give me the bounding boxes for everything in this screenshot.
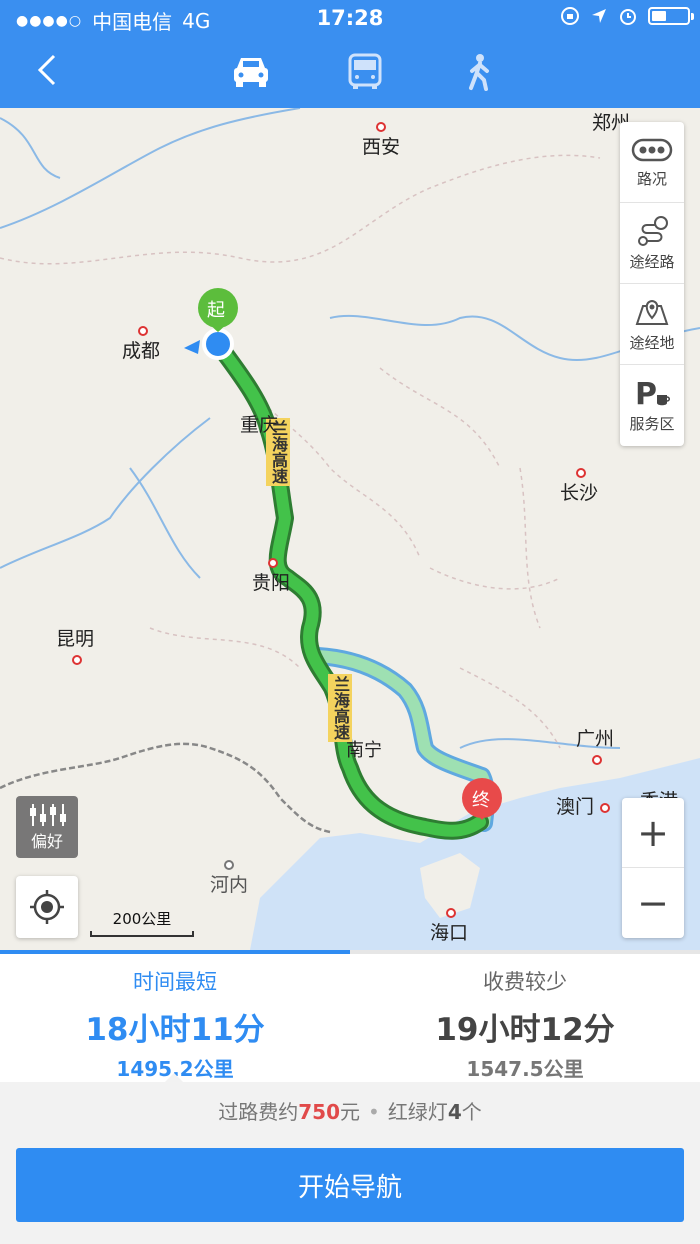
via-road-button[interactable]: 途经路 — [620, 203, 684, 284]
city-label: 贵阳 — [252, 558, 290, 595]
city-label: 西安 — [362, 122, 400, 159]
chevron-left-icon[interactable] — [28, 50, 68, 90]
location-arrow-icon — [592, 9, 606, 23]
svg-text:P: P — [635, 377, 657, 409]
route-info: 过路费约750元 • 红绿灯4个 — [0, 1096, 700, 1125]
city-label: 长沙 — [560, 468, 598, 505]
crosshair-icon — [30, 890, 64, 924]
city-label: 澳门 — [556, 792, 611, 819]
start-navigation-button[interactable]: 开始导航 — [16, 1148, 684, 1222]
alarm-icon — [620, 9, 636, 25]
city-label: 昆明 — [56, 624, 94, 665]
via-place-label: 途经地 — [629, 333, 675, 352]
bus-icon[interactable] — [338, 50, 392, 94]
map-scale: 200公里 — [90, 908, 194, 937]
zoom-control: + − — [622, 798, 684, 938]
map-tools-panel: 路况 途经路 途经地 P 服务区 — [620, 122, 684, 446]
city-label: 南宁 — [346, 740, 382, 761]
start-marker: 起 — [207, 300, 225, 321]
sliders-icon — [30, 804, 66, 826]
city-label: 成都 — [122, 326, 160, 363]
route-duration: 19小时12分 — [435, 1012, 615, 1048]
route-tag: 收费较少 — [483, 970, 567, 994]
end-marker: 终 — [472, 790, 490, 811]
route-option-fastest[interactable]: 时间最短 18小时11分 1495.2公里 — [0, 950, 350, 1083]
battery-icon — [648, 7, 694, 25]
traffic-toggle[interactable]: 路况 — [620, 122, 684, 203]
lights-prefix: 红绿灯 — [387, 1100, 448, 1124]
separator-dot: • — [368, 1100, 380, 1124]
traffic-label: 路况 — [636, 169, 667, 188]
route-distance: 1547.5公里 — [466, 1057, 584, 1081]
map-via-place-icon — [635, 299, 669, 325]
route-option-low-toll[interactable]: 收费较少 19小时12分 1547.5公里 — [350, 950, 700, 1082]
highway-label: 兰海高速 — [328, 674, 352, 742]
traffic-icon — [631, 138, 673, 161]
map-view[interactable]: 起 终 兰海高速 兰海高速 西安 郑州 成都 重庆 长沙 贵阳 昆明 广州 澳门… — [0, 108, 700, 950]
locate-button[interactable] — [16, 876, 78, 938]
map-background — [0, 108, 700, 950]
toll-amount: 750 — [298, 1100, 341, 1124]
route-tag: 时间最短 — [133, 970, 217, 994]
city-label: 海口 — [430, 908, 468, 945]
walk-icon[interactable] — [452, 50, 506, 94]
lights-unit: 个 — [461, 1100, 482, 1124]
toll-prefix: 过路费约 — [218, 1100, 299, 1124]
top-bar: ●●●●○ 中国电信 4G 17:28 — [0, 0, 700, 108]
lights-count: 4 — [447, 1100, 462, 1124]
preference-label: 偏好 — [30, 832, 63, 851]
via-place-button[interactable]: 途经地 — [620, 284, 684, 365]
route-distance: 1495.2公里 — [116, 1057, 234, 1081]
transport-mode-tabs — [224, 50, 506, 94]
service-area-icon: P — [635, 377, 670, 409]
zoom-out-button[interactable]: − — [622, 868, 684, 938]
scale-label: 200公里 — [112, 910, 172, 928]
city-label: 河内 — [210, 860, 248, 897]
zoom-in-button[interactable]: + — [622, 798, 684, 868]
service-area-label: 服务区 — [629, 415, 675, 433]
rotation-lock-icon — [561, 7, 579, 25]
city-label: 广州 — [576, 724, 614, 765]
service-area-button[interactable]: P 服务区 — [620, 365, 684, 446]
toll-unit: 元 — [340, 1100, 361, 1124]
car-icon[interactable] — [224, 50, 278, 94]
preference-button[interactable]: 偏好 — [16, 796, 78, 858]
route-via-road-icon — [638, 215, 668, 246]
via-road-label: 途经路 — [629, 252, 675, 271]
nav-header — [0, 36, 700, 108]
route-duration: 18小时11分 — [85, 1012, 265, 1048]
city-label: 重庆 — [240, 414, 279, 436]
route-options: 时间最短 18小时11分 1495.2公里 收费较少 19小时12分 1547.… — [0, 950, 700, 1083]
status-bar: ●●●●○ 中国电信 4G 17:28 — [0, 0, 700, 36]
